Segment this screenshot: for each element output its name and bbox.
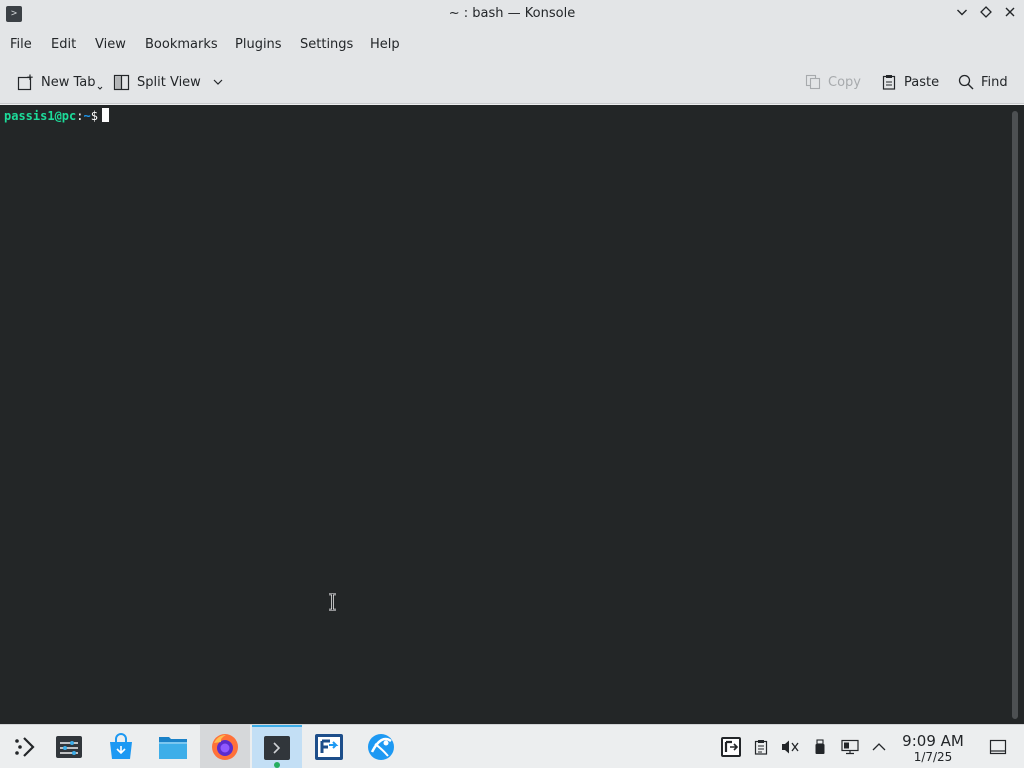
shell-prompt: passis1@pc:~$ xyxy=(4,108,109,123)
tray-clipboard[interactable] xyxy=(751,737,771,757)
chevron-down-small-icon xyxy=(97,86,102,90)
tray-show-more[interactable] xyxy=(869,737,889,757)
file-manager-icon xyxy=(159,737,187,759)
app-launcher-icon xyxy=(15,737,35,757)
tray-usb[interactable] xyxy=(810,737,830,757)
chevron-down-icon xyxy=(957,9,967,16)
prompt-symbol: $ xyxy=(90,109,98,123)
discover-store-icon xyxy=(110,733,132,759)
minimize-button[interactable] xyxy=(954,6,970,22)
close-icon xyxy=(1005,7,1015,17)
usb-device-icon xyxy=(815,739,825,754)
menu-help[interactable]: Help xyxy=(370,37,400,52)
paste-button[interactable]: Paste xyxy=(881,73,939,91)
konsole-icon xyxy=(264,736,290,760)
chevron-up-icon xyxy=(872,743,886,751)
clock-time: 9:09 AM xyxy=(902,732,964,750)
title-bar: > ~ : bash — Konsole xyxy=(0,0,1024,28)
diamond-icon xyxy=(980,6,992,18)
volume-muted-icon xyxy=(782,740,799,754)
split-view-button[interactable]: Split View xyxy=(113,73,231,91)
terminal-view[interactable]: passis1@pc:~$ xyxy=(0,105,1024,724)
menu-plugins[interactable]: Plugins xyxy=(235,37,282,52)
menu-bar: File Edit View Bookmarks Plugins Setting… xyxy=(0,28,1024,60)
window-title: ~ : bash — Konsole xyxy=(448,6,576,21)
new-tab-label: New Tab xyxy=(41,74,96,90)
tray-remote-desktop[interactable] xyxy=(720,736,742,758)
split-view-icon xyxy=(113,74,130,90)
copy-button[interactable]: Copy xyxy=(805,73,861,91)
search-icon xyxy=(958,74,974,90)
menu-bookmarks[interactable]: Bookmarks xyxy=(145,37,218,52)
prompt-path: ~ xyxy=(83,109,91,123)
task-file-manager[interactable] xyxy=(148,725,198,768)
remote-desktop-icon xyxy=(315,734,343,760)
taskbar: 9:09 AM 1/7/25 xyxy=(0,724,1024,768)
find-label: Find xyxy=(981,74,1008,90)
ibeam-cursor-icon xyxy=(329,593,336,611)
copy-label: Copy xyxy=(828,74,861,90)
find-button[interactable]: Find xyxy=(958,73,1008,91)
clock-date: 1/7/25 xyxy=(913,750,953,764)
show-desktop-button[interactable] xyxy=(988,737,1008,757)
new-tab-icon xyxy=(17,74,33,90)
close-button[interactable] xyxy=(1002,6,1018,22)
firefox-icon xyxy=(212,734,238,760)
text-cursor xyxy=(101,108,109,122)
task-settings[interactable] xyxy=(44,725,94,768)
clipboard-icon xyxy=(754,740,768,755)
toolbar: New Tab Split View Copy Paste Find xyxy=(0,60,1024,104)
split-view-label: Split View xyxy=(137,74,201,90)
tray-volume[interactable] xyxy=(780,737,800,757)
digital-clock[interactable]: 9:09 AM 1/7/25 xyxy=(900,732,966,765)
app-launcher-button[interactable] xyxy=(0,725,50,768)
paste-label: Paste xyxy=(904,74,940,90)
menu-edit[interactable]: Edit xyxy=(51,37,76,52)
network-icon xyxy=(841,739,859,755)
task-discover[interactable] xyxy=(96,725,146,768)
menu-file[interactable]: File xyxy=(10,37,32,52)
tray-network[interactable] xyxy=(840,737,860,757)
browser-globe-icon xyxy=(368,734,394,760)
prompt-user-host: passis1@pc xyxy=(4,109,77,123)
copy-icon xyxy=(805,74,821,90)
settings-icon xyxy=(56,736,82,758)
menu-settings[interactable]: Settings xyxy=(300,37,353,52)
chevron-down-icon[interactable] xyxy=(212,76,224,88)
maximize-button[interactable] xyxy=(978,6,994,22)
running-indicator xyxy=(274,762,280,768)
task-remote-desktop[interactable] xyxy=(304,725,354,768)
show-desktop-icon xyxy=(989,739,1007,755)
task-konsole[interactable] xyxy=(252,725,302,768)
remote-desktop-tray-icon xyxy=(721,737,741,757)
menu-view[interactable]: View xyxy=(95,37,126,52)
task-firefox[interactable] xyxy=(200,725,250,768)
paste-icon xyxy=(882,75,896,90)
new-tab-button[interactable]: New Tab xyxy=(17,73,103,91)
task-browser-globe[interactable] xyxy=(356,725,406,768)
terminal-scrollbar[interactable] xyxy=(1012,111,1018,719)
